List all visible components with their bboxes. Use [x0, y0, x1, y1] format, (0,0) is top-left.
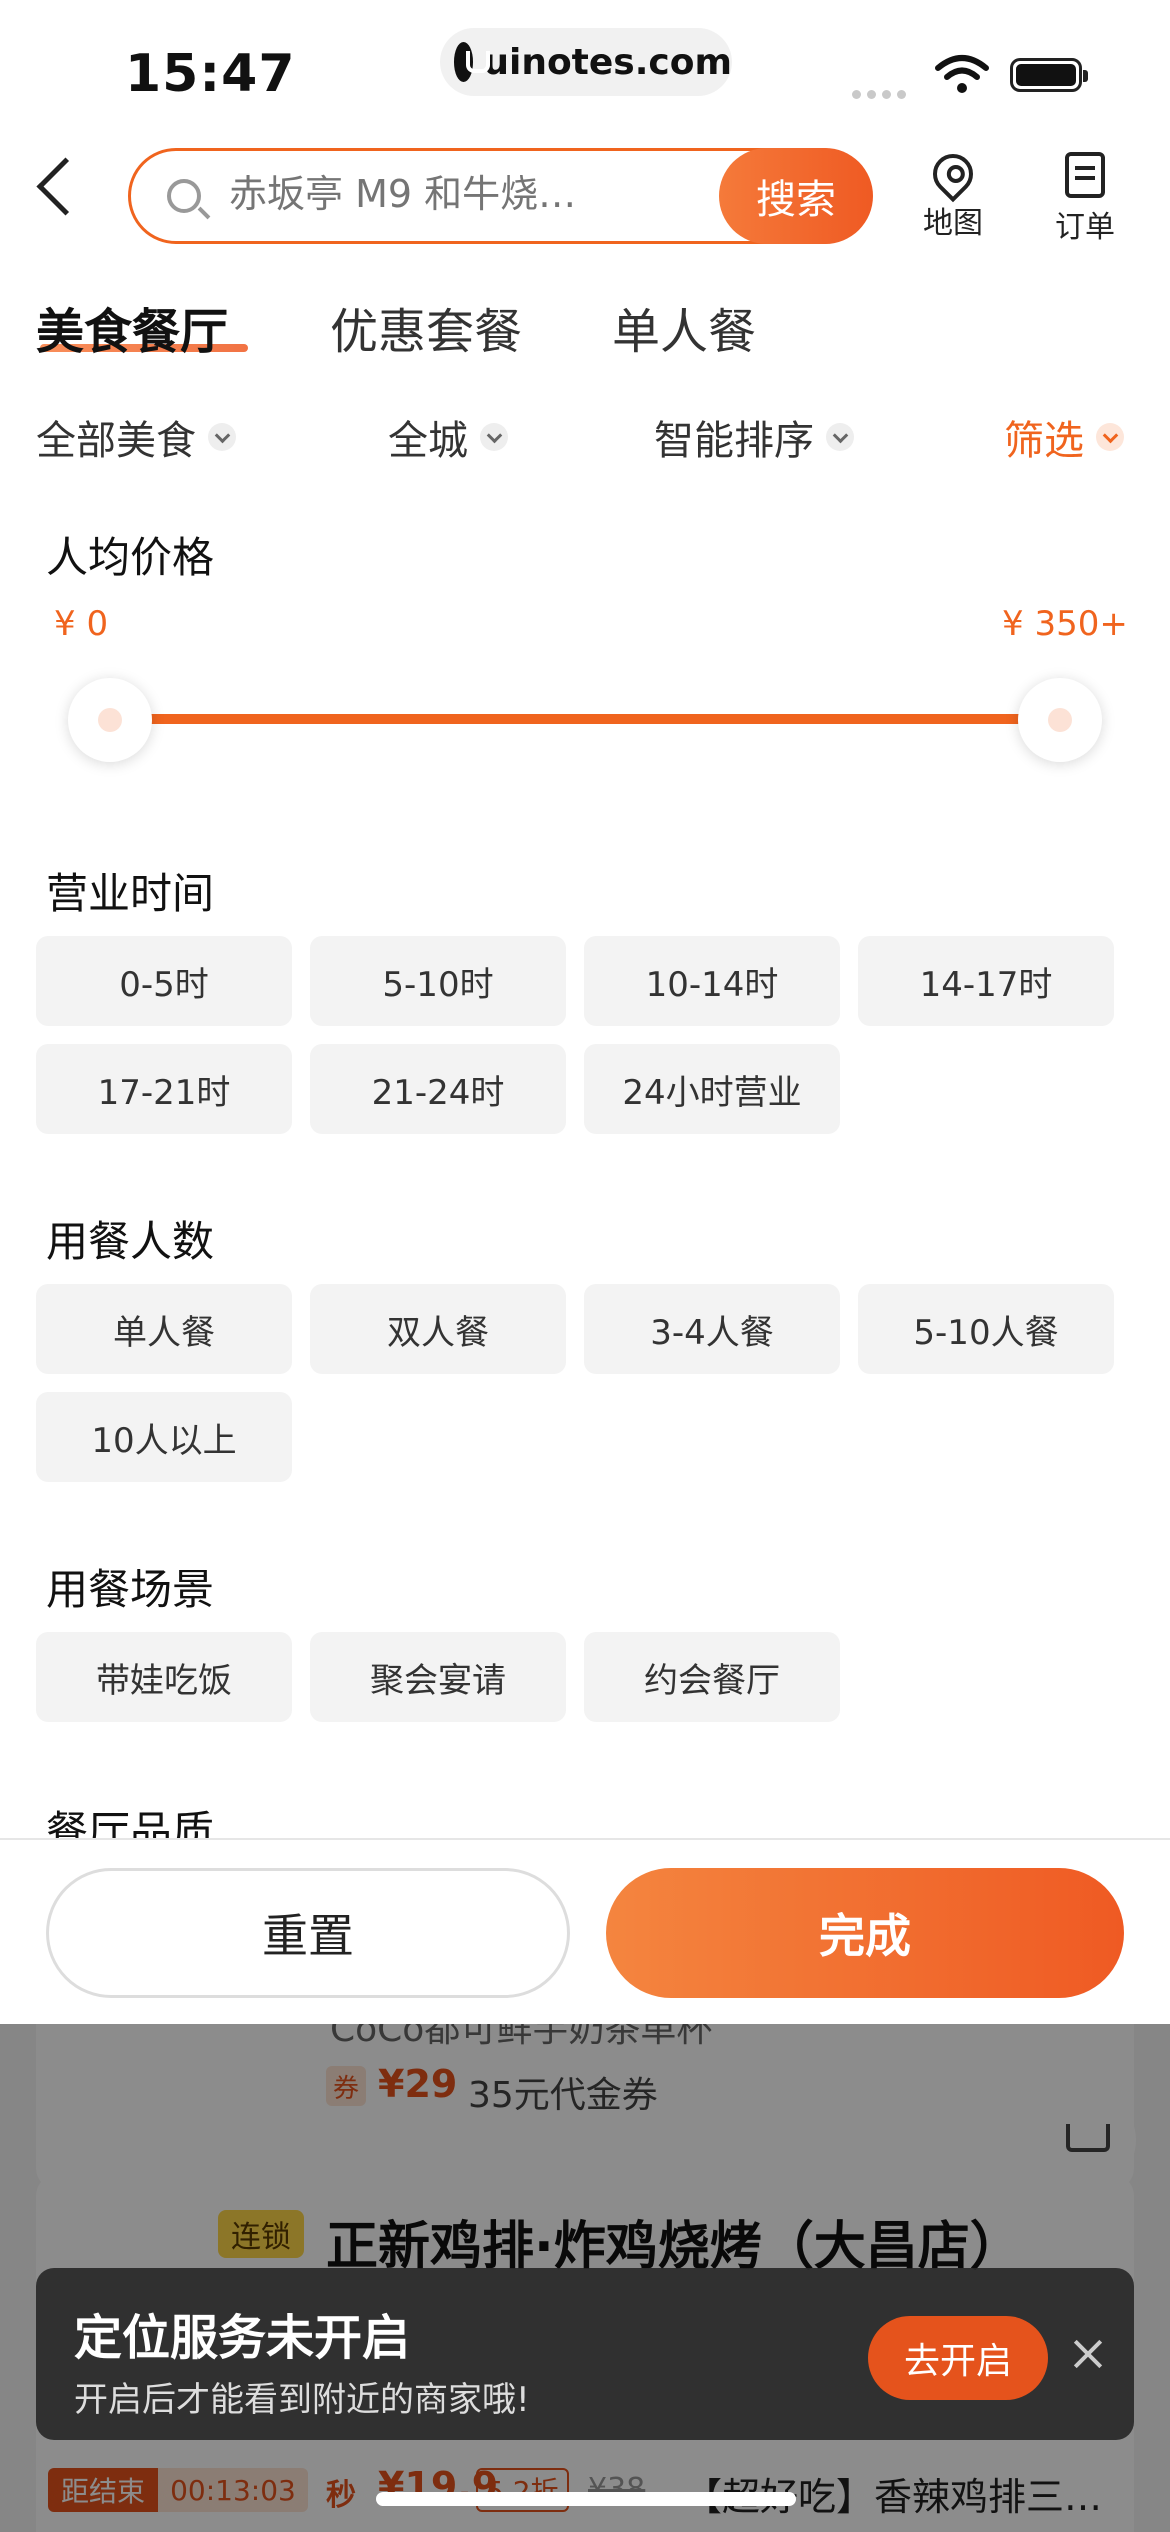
filter-label: 智能排序	[654, 418, 814, 464]
scene-option[interactable]: 带娃吃饭	[36, 1632, 292, 1722]
scene-option[interactable]: 约会餐厅	[584, 1632, 840, 1722]
map-pin-icon	[924, 145, 982, 203]
home-indicator	[376, 2492, 796, 2506]
price-section-title: 人均价格	[46, 533, 215, 582]
hours-option[interactable]: 24小时营业	[584, 1044, 840, 1134]
order-button[interactable]: 订单	[1040, 148, 1130, 246]
close-icon[interactable]	[1068, 2334, 1108, 2374]
chevron-down-icon	[1096, 423, 1124, 451]
signal-icon	[852, 84, 912, 103]
map-button[interactable]: 地图	[908, 145, 998, 242]
price-slider-min-handle[interactable]	[68, 678, 152, 762]
site-logo-icon	[454, 42, 491, 82]
wifi-icon	[935, 55, 989, 93]
price-slider-track[interactable]	[108, 714, 1028, 724]
price-min-label: ¥ 0	[54, 604, 109, 644]
chevron-down-icon	[826, 423, 854, 451]
price-slider-max-handle[interactable]	[1018, 678, 1102, 762]
divider	[0, 1838, 1170, 1840]
back-icon[interactable]	[36, 157, 95, 216]
url-text: uinotes.com	[483, 41, 732, 83]
filter-category[interactable]: 全部美食	[36, 408, 236, 466]
hours-option[interactable]: 10-14时	[584, 936, 840, 1026]
hours-option[interactable]: 17-21时	[36, 1044, 292, 1134]
location-toast: 定位服务未开启 开启后才能看到附近的商家哦! 去开启	[36, 2268, 1134, 2440]
tab-discount-set[interactable]: 优惠套餐	[330, 292, 522, 362]
diners-option[interactable]: 双人餐	[310, 1284, 566, 1374]
scene-section-title: 用餐场景	[46, 1565, 215, 1614]
done-button[interactable]: 完成	[606, 1868, 1124, 1998]
toast-subtitle: 开启后才能看到附近的商家哦!	[74, 2380, 530, 2420]
search-button[interactable]: 搜索	[719, 148, 873, 244]
quality-section: 餐厅品质	[0, 1792, 1170, 1838]
diners-option[interactable]: 3-4人餐	[584, 1284, 840, 1374]
hours-option[interactable]: 14-17时	[858, 936, 1114, 1026]
diners-section-title: 用餐人数	[46, 1217, 215, 1266]
filter-label: 筛选	[1004, 418, 1084, 464]
hours-section-title: 营业时间	[46, 869, 215, 918]
diners-option[interactable]: 单人餐	[36, 1284, 292, 1374]
hours-option[interactable]: 21-24时	[310, 1044, 566, 1134]
price-max-label: ¥ 350+	[1002, 604, 1128, 644]
enable-location-button[interactable]: 去开启	[868, 2316, 1048, 2400]
search-input[interactable]	[227, 171, 591, 217]
diners-option[interactable]: 5-10人餐	[858, 1284, 1114, 1374]
filter-area[interactable]: 全城	[388, 408, 508, 466]
hours-option[interactable]: 5-10时	[310, 936, 566, 1026]
filter-label: 全部美食	[36, 418, 196, 464]
tab-food-restaurant[interactable]: 美食餐厅	[36, 292, 228, 362]
tab-single-meal[interactable]: 单人餐	[612, 292, 756, 362]
url-pill: uinotes.com	[440, 28, 732, 96]
chevron-down-icon	[480, 423, 508, 451]
order-label: 订单	[1055, 210, 1115, 245]
battery-icon	[1010, 58, 1088, 92]
status-time: 15:47	[125, 44, 296, 104]
search-icon	[167, 179, 201, 213]
diners-option[interactable]: 10人以上	[36, 1392, 292, 1482]
filter-sheet: 15:47 uinotes.com 搜索 地图 订单 美食餐厅 优惠套餐 单人餐…	[0, 0, 1170, 2024]
filter-label: 全城	[388, 418, 468, 464]
search-bar[interactable]: 搜索	[128, 148, 873, 244]
hours-option[interactable]: 0-5时	[36, 936, 292, 1026]
chevron-down-icon	[208, 423, 236, 451]
filter-more[interactable]: 筛选	[1004, 408, 1124, 466]
map-label: 地图	[923, 206, 983, 241]
filter-sort[interactable]: 智能排序	[654, 408, 854, 466]
toast-title: 定位服务未开启	[74, 2310, 411, 2366]
scene-option[interactable]: 聚会宴请	[310, 1632, 566, 1722]
quality-section-title: 餐厅品质	[46, 1807, 215, 1838]
reset-button[interactable]: 重置	[46, 1868, 570, 1998]
order-icon	[1065, 152, 1105, 198]
